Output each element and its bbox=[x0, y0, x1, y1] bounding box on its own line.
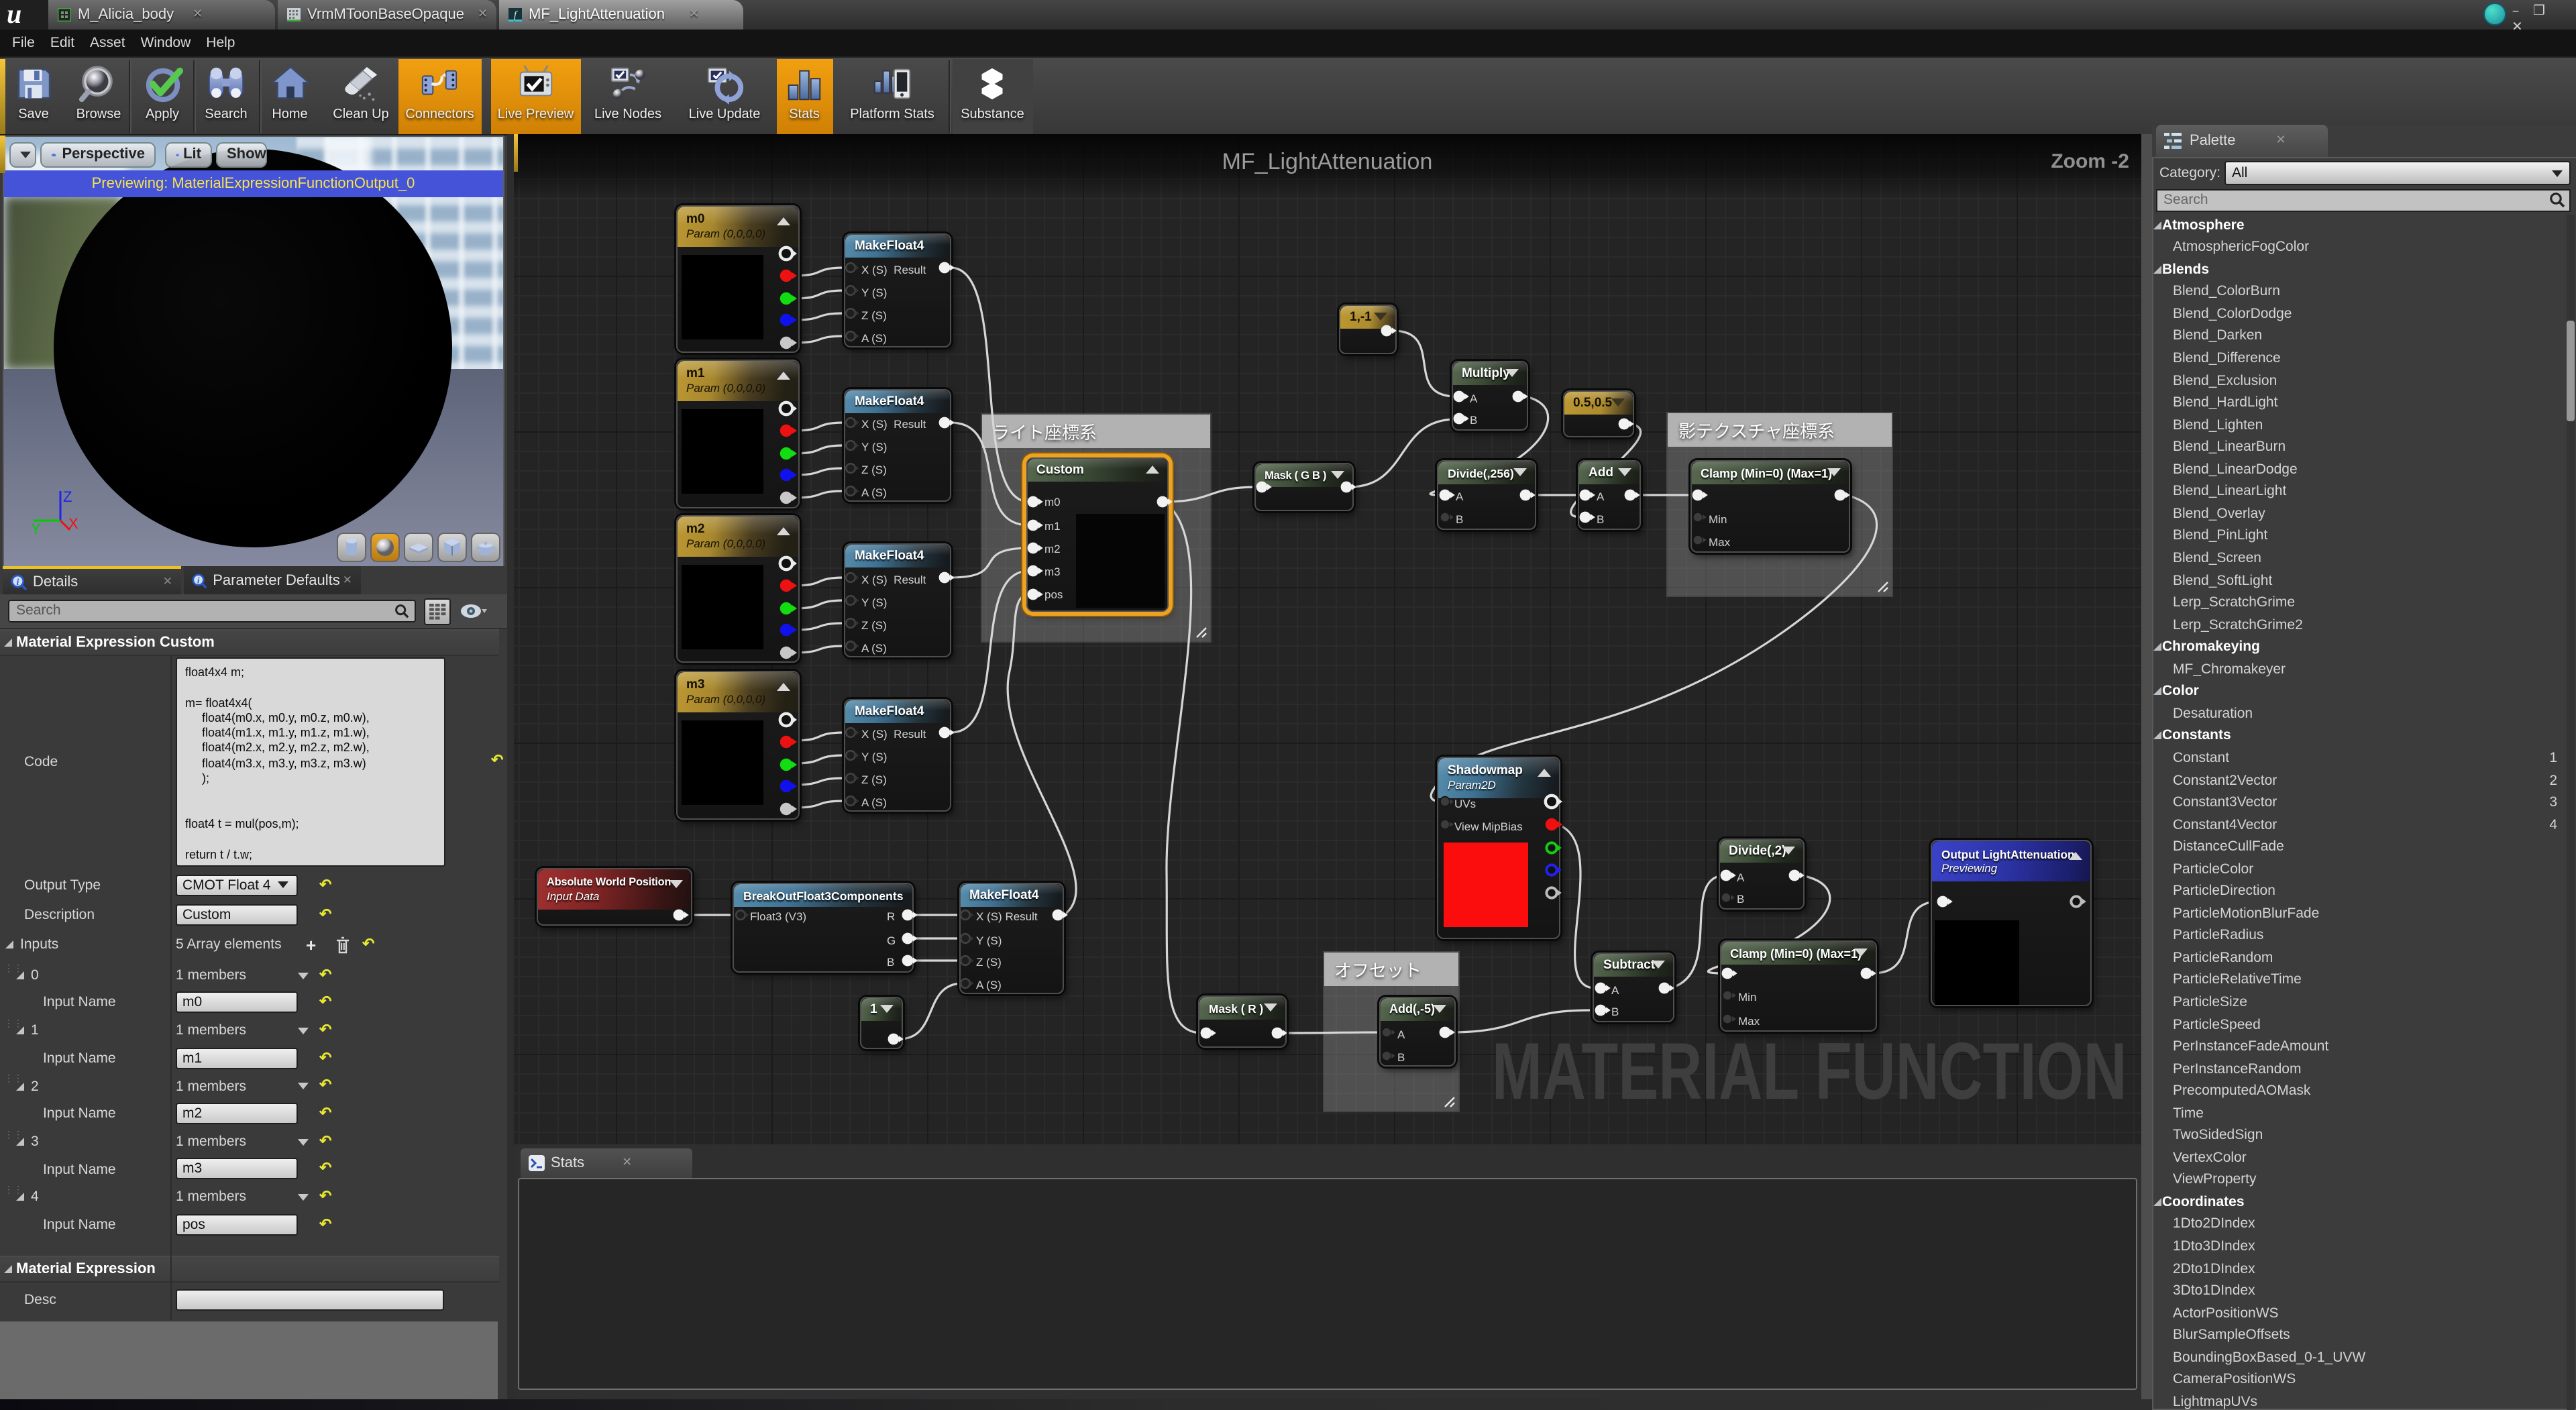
svg-text:Z: Z bbox=[63, 488, 72, 504]
svg-text:i: i bbox=[15, 577, 18, 587]
svg-text:Y: Y bbox=[31, 520, 41, 536]
svg-text:X: X bbox=[68, 514, 78, 531]
svg-text:i: i bbox=[197, 575, 199, 585]
